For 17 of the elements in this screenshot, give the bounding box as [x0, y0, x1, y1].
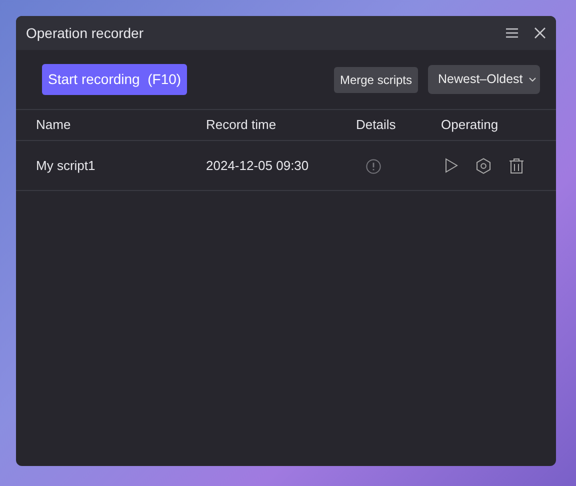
- column-header: Record time: [206, 117, 276, 132]
- play-icon[interactable]: [445, 158, 458, 173]
- info-icon[interactable]: [366, 158, 381, 174]
- trash-icon[interactable]: [509, 158, 524, 174]
- column-header: Name: [36, 117, 71, 132]
- caret-icon: [529, 77, 536, 82]
- start-recording-button[interactable]: Start recording (F10): [42, 64, 188, 95]
- window-title: Operation recorder: [26, 24, 145, 43]
- menu-icon[interactable]: [506, 28, 518, 38]
- script-name: My script1: [36, 158, 96, 173]
- settings-icon[interactable]: [476, 158, 491, 174]
- close-icon[interactable]: [534, 27, 546, 39]
- sort-dropdown[interactable]: Newest–Oldest: [428, 65, 540, 94]
- record-time: 2024-12-05 09:30: [206, 158, 309, 173]
- column-header: Operating: [441, 117, 498, 132]
- merge-scripts-button[interactable]: Merge scripts: [334, 66, 418, 92]
- column-header: Details: [356, 117, 396, 132]
